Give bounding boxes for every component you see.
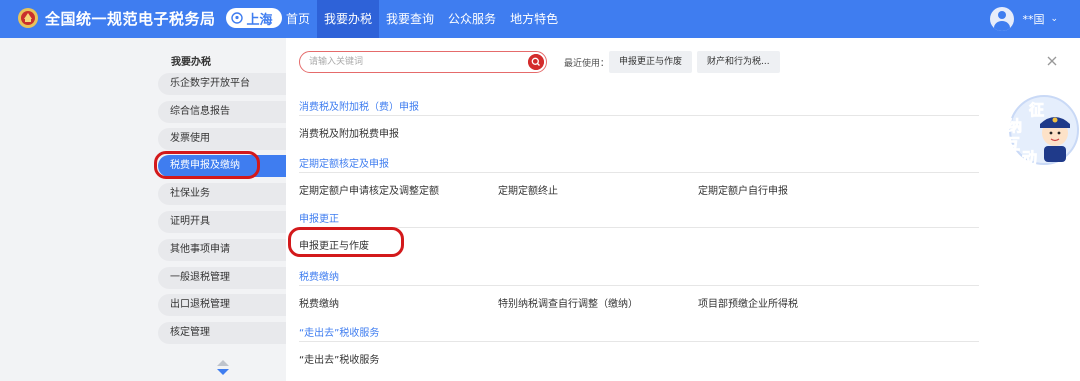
recent-chip-correction[interactable]: 申报更正与作废 — [609, 51, 693, 73]
sidebar: 我要办税 乐企数字开放平台 综合信息报告 发票使用 税费申报及缴纳 社保业务 证… — [0, 38, 286, 381]
divider — [299, 172, 979, 173]
link-go-global-service[interactable]: “走出去”税收服务 — [299, 351, 379, 366]
sidebar-item-tax-filing[interactable]: 税费申报及缴纳 — [158, 155, 286, 177]
nav-home[interactable]: 首页 — [279, 0, 317, 38]
avatar — [990, 7, 1015, 31]
section-filing-correction: 申报更正 — [299, 214, 339, 225]
section-fixed-quota: 定期定额核定及申报 — [299, 159, 389, 170]
sidebar-item-export-refund[interactable]: 出口退税管理 — [158, 294, 286, 316]
divider — [299, 341, 979, 342]
nav-query[interactable]: 我要查询 — [379, 0, 441, 38]
nav-tax-handling[interactable]: 我要办税 — [317, 0, 380, 38]
divider — [299, 285, 979, 286]
sidebar-item-leqi-platform[interactable]: 乐企数字开放平台 — [158, 73, 286, 95]
brand[interactable]: 全国统一规范电子税务局 上海 — [17, 7, 282, 29]
link-project-prepay-income-tax[interactable]: 项目部预缴企业所得税 — [698, 295, 798, 310]
link-tax-payment[interactable]: 税费缴纳 — [299, 295, 339, 310]
sidebar-item-social-insurance[interactable]: 社保业务 — [158, 183, 286, 205]
search-input[interactable] — [309, 54, 519, 70]
user-name: **国 — [1022, 13, 1045, 26]
location-pin-icon — [230, 12, 243, 24]
section-consumption-tax: 消费税及附加税（费）申报 — [299, 102, 419, 113]
search-box — [299, 51, 547, 73]
link-fixed-quota-terminate[interactable]: 定期定额终止 — [498, 182, 558, 197]
mascot-interaction-icon[interactable]: 征 纳 互 动 — [1000, 86, 1080, 168]
main-nav: 首页 我要办税 我要查询 公众服务 地方特色 — [279, 0, 565, 38]
section-tax-payment: 税费缴纳 — [299, 272, 339, 283]
recent-label: 最近使用： — [564, 59, 610, 69]
close-icon[interactable] — [1045, 54, 1059, 68]
chevron-down-icon: ⌄ — [1050, 14, 1058, 24]
mascot-char-2: 纳 — [1007, 117, 1022, 135]
site-title: 全国统一规范电子税务局 — [45, 9, 216, 28]
sidebar-title: 我要办税 — [171, 57, 211, 68]
sidebar-item-general-refund[interactable]: 一般退税管理 — [158, 267, 286, 289]
scroll-up-icon[interactable] — [217, 360, 229, 366]
sidebar-item-invoice[interactable]: 发票使用 — [158, 128, 286, 150]
sidebar-item-certificate[interactable]: 证明开具 — [158, 211, 286, 233]
link-special-tax-adjust[interactable]: 特别纳税调查自行调整（缴纳） — [498, 295, 638, 310]
link-filing-correction-void[interactable]: 申报更正与作废 — [299, 237, 369, 252]
main-panel: 最近使用： 申报更正与作废 财产和行为税... 消费税及附加税（费）申报 消费税… — [286, 38, 1080, 381]
search-icon[interactable] — [528, 54, 544, 70]
location-label: 上海 — [246, 12, 273, 28]
top-bar: 全国统一规范电子税务局 上海 首页 我要办税 我要查询 公众服务 地方特色 **… — [0, 0, 1080, 38]
sidebar-scroll-control[interactable] — [216, 360, 230, 378]
sidebar-item-assessment[interactable]: 核定管理 — [158, 322, 286, 344]
scroll-down-icon[interactable] — [217, 369, 229, 375]
divider — [299, 115, 979, 116]
link-fixed-quota-apply[interactable]: 定期定额户申请核定及调整定额 — [299, 182, 439, 197]
nav-public-service[interactable]: 公众服务 — [441, 0, 503, 38]
section-go-global: “走出去”税收服务 — [299, 328, 380, 339]
recent-chip-property-tax[interactable]: 财产和行为税... — [697, 51, 780, 73]
tax-emblem-icon — [18, 8, 38, 28]
sidebar-item-info-report[interactable]: 综合信息报告 — [158, 101, 286, 123]
sidebar-item-other-requests[interactable]: 其他事项申请 — [158, 239, 286, 261]
link-consumption-tax-filing[interactable]: 消费税及附加税费申报 — [299, 125, 399, 140]
mascot-char-4: 动 — [1022, 149, 1037, 167]
divider — [299, 227, 979, 228]
link-fixed-quota-self-filing[interactable]: 定期定额户自行申报 — [698, 182, 788, 197]
nav-local-features[interactable]: 地方特色 — [503, 0, 565, 38]
mascot-char-3: 互 — [1005, 135, 1020, 153]
mascot-char-1: 征 — [1029, 101, 1044, 119]
location-selector[interactable]: 上海 — [225, 8, 282, 28]
user-menu[interactable]: **国 ⌄ — [990, 7, 1058, 31]
